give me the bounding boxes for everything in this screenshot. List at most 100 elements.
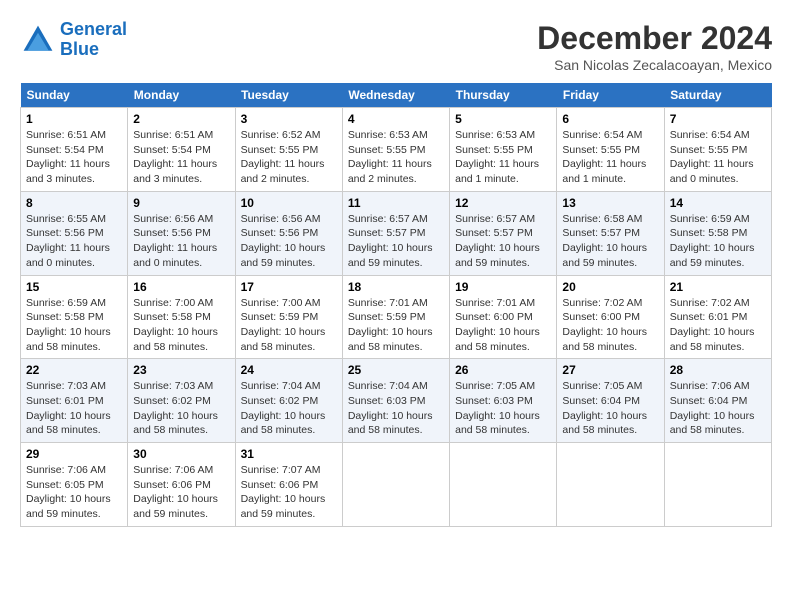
day-number: 23 bbox=[133, 363, 229, 377]
day-detail: Sunrise: 7:01 AM Sunset: 5:59 PM Dayligh… bbox=[348, 296, 444, 355]
logo-text: General Blue bbox=[60, 20, 127, 60]
day-number: 31 bbox=[241, 447, 337, 461]
calendar-week-row: 15 Sunrise: 6:59 AM Sunset: 5:58 PM Dayli… bbox=[21, 275, 772, 359]
day-detail: Sunrise: 6:57 AM Sunset: 5:57 PM Dayligh… bbox=[348, 212, 444, 271]
weekday-header-thursday: Thursday bbox=[450, 83, 557, 108]
calendar-day-cell: 13Sunrise: 6:58 AM Sunset: 5:57 PM Dayli… bbox=[557, 191, 664, 275]
day-detail: Sunrise: 6:59 AM Sunset: 5:58 PM Dayligh… bbox=[670, 212, 766, 271]
calendar-table: SundayMondayTuesdayWednesdayThursdayFrid… bbox=[20, 83, 772, 527]
calendar-day-cell: 18 Sunrise: 7:01 AM Sunset: 5:59 PM Dayli… bbox=[342, 275, 449, 359]
day-number: 4 bbox=[348, 112, 444, 126]
day-number: 24 bbox=[241, 363, 337, 377]
day-detail: Sunrise: 7:02 AM Sunset: 6:00 PM Dayligh… bbox=[562, 296, 658, 355]
day-detail: Sunrise: 7:01 AM Sunset: 6:00 PM Dayligh… bbox=[455, 296, 551, 355]
day-detail: Sunrise: 7:00 AM Sunset: 5:59 PM Dayligh… bbox=[241, 296, 337, 355]
calendar-day-cell: 6Sunrise: 6:54 AM Sunset: 5:55 PM Daylig… bbox=[557, 108, 664, 192]
day-number: 12 bbox=[455, 196, 551, 210]
calendar-day-cell: 15 Sunrise: 6:59 AM Sunset: 5:58 PM Dayli… bbox=[21, 275, 128, 359]
calendar-day-cell: 1 Sunrise: 6:51 AM Sunset: 5:54 PM Daylig… bbox=[21, 108, 128, 192]
day-number: 26 bbox=[455, 363, 551, 377]
day-detail: Sunrise: 7:04 AM Sunset: 6:02 PM Dayligh… bbox=[241, 379, 337, 438]
calendar-day-cell bbox=[557, 443, 664, 527]
weekday-header-sunday: Sunday bbox=[21, 83, 128, 108]
day-number: 18 bbox=[348, 280, 444, 294]
calendar-week-row: 29 Sunrise: 7:06 AM Sunset: 6:05 PM Dayli… bbox=[21, 443, 772, 527]
calendar-day-cell: 30 Sunrise: 7:06 AM Sunset: 6:06 PM Dayli… bbox=[128, 443, 235, 527]
weekday-header-friday: Friday bbox=[557, 83, 664, 108]
calendar-day-cell bbox=[342, 443, 449, 527]
calendar-day-cell: 21 Sunrise: 7:02 AM Sunset: 6:01 PM Dayli… bbox=[664, 275, 771, 359]
calendar-week-row: 8 Sunrise: 6:55 AM Sunset: 5:56 PM Daylig… bbox=[21, 191, 772, 275]
calendar-day-cell: 3 Sunrise: 6:52 AM Sunset: 5:55 PM Daylig… bbox=[235, 108, 342, 192]
day-number: 5 bbox=[455, 112, 551, 126]
day-number: 19 bbox=[455, 280, 551, 294]
calendar-day-cell bbox=[664, 443, 771, 527]
day-detail: Sunrise: 6:55 AM Sunset: 5:56 PM Dayligh… bbox=[26, 212, 122, 271]
calendar-day-cell: 4 Sunrise: 6:53 AM Sunset: 5:55 PM Daylig… bbox=[342, 108, 449, 192]
calendar-day-cell: 22Sunrise: 7:03 AM Sunset: 6:01 PM Dayli… bbox=[21, 359, 128, 443]
day-detail: Sunrise: 6:51 AM Sunset: 5:54 PM Dayligh… bbox=[133, 128, 229, 187]
day-detail: Sunrise: 7:02 AM Sunset: 6:01 PM Dayligh… bbox=[670, 296, 766, 355]
logo-line1: General bbox=[60, 19, 127, 39]
day-detail: Sunrise: 7:03 AM Sunset: 6:01 PM Dayligh… bbox=[26, 379, 122, 438]
calendar-day-cell: 25Sunrise: 7:04 AM Sunset: 6:03 PM Dayli… bbox=[342, 359, 449, 443]
day-detail: Sunrise: 6:54 AM Sunset: 5:55 PM Dayligh… bbox=[670, 128, 766, 187]
calendar-day-cell: 10 Sunrise: 6:56 AM Sunset: 5:56 PM Dayli… bbox=[235, 191, 342, 275]
calendar-day-cell: 23Sunrise: 7:03 AM Sunset: 6:02 PM Dayli… bbox=[128, 359, 235, 443]
calendar-day-cell: 12Sunrise: 6:57 AM Sunset: 5:57 PM Dayli… bbox=[450, 191, 557, 275]
logo-icon bbox=[20, 22, 56, 58]
calendar-day-cell: 8 Sunrise: 6:55 AM Sunset: 5:56 PM Daylig… bbox=[21, 191, 128, 275]
calendar-week-row: 1 Sunrise: 6:51 AM Sunset: 5:54 PM Daylig… bbox=[21, 108, 772, 192]
day-detail: Sunrise: 7:07 AM Sunset: 6:06 PM Dayligh… bbox=[241, 463, 337, 522]
day-detail: Sunrise: 7:05 AM Sunset: 6:03 PM Dayligh… bbox=[455, 379, 551, 438]
day-number: 8 bbox=[26, 196, 122, 210]
day-number: 11 bbox=[348, 196, 444, 210]
day-detail: Sunrise: 6:53 AM Sunset: 5:55 PM Dayligh… bbox=[348, 128, 444, 187]
day-detail: Sunrise: 7:06 AM Sunset: 6:06 PM Dayligh… bbox=[133, 463, 229, 522]
day-number: 2 bbox=[133, 112, 229, 126]
day-detail: Sunrise: 6:53 AM Sunset: 5:55 PM Dayligh… bbox=[455, 128, 551, 187]
weekday-header-wednesday: Wednesday bbox=[342, 83, 449, 108]
month-title: December 2024 bbox=[537, 20, 772, 57]
day-number: 28 bbox=[670, 363, 766, 377]
weekday-header-saturday: Saturday bbox=[664, 83, 771, 108]
day-number: 3 bbox=[241, 112, 337, 126]
calendar-day-cell: 24 Sunrise: 7:04 AM Sunset: 6:02 PM Dayli… bbox=[235, 359, 342, 443]
calendar-day-cell: 5 Sunrise: 6:53 AM Sunset: 5:55 PM Daylig… bbox=[450, 108, 557, 192]
day-number: 14 bbox=[670, 196, 766, 210]
calendar-day-cell: 27Sunrise: 7:05 AM Sunset: 6:04 PM Dayli… bbox=[557, 359, 664, 443]
calendar-day-cell: 9 Sunrise: 6:56 AM Sunset: 5:56 PM Daylig… bbox=[128, 191, 235, 275]
day-detail: Sunrise: 7:06 AM Sunset: 6:05 PM Dayligh… bbox=[26, 463, 122, 522]
location: San Nicolas Zecalacoayan, Mexico bbox=[537, 57, 772, 73]
day-detail: Sunrise: 7:00 AM Sunset: 5:58 PM Dayligh… bbox=[133, 296, 229, 355]
day-detail: Sunrise: 6:59 AM Sunset: 5:58 PM Dayligh… bbox=[26, 296, 122, 355]
title-block: December 2024 San Nicolas Zecalacoayan, … bbox=[537, 20, 772, 73]
weekday-header-monday: Monday bbox=[128, 83, 235, 108]
calendar-day-cell: 28Sunrise: 7:06 AM Sunset: 6:04 PM Dayli… bbox=[664, 359, 771, 443]
day-number: 15 bbox=[26, 280, 122, 294]
calendar-day-cell: 16Sunrise: 7:00 AM Sunset: 5:58 PM Dayli… bbox=[128, 275, 235, 359]
day-detail: Sunrise: 6:56 AM Sunset: 5:56 PM Dayligh… bbox=[133, 212, 229, 271]
day-detail: Sunrise: 6:56 AM Sunset: 5:56 PM Dayligh… bbox=[241, 212, 337, 271]
day-number: 29 bbox=[26, 447, 122, 461]
day-number: 27 bbox=[562, 363, 658, 377]
day-detail: Sunrise: 6:51 AM Sunset: 5:54 PM Dayligh… bbox=[26, 128, 122, 187]
weekday-header-tuesday: Tuesday bbox=[235, 83, 342, 108]
page-header: General Blue December 2024 San Nicolas Z… bbox=[20, 20, 772, 73]
day-number: 30 bbox=[133, 447, 229, 461]
day-number: 9 bbox=[133, 196, 229, 210]
day-detail: Sunrise: 6:52 AM Sunset: 5:55 PM Dayligh… bbox=[241, 128, 337, 187]
calendar-day-cell: 19 Sunrise: 7:01 AM Sunset: 6:00 PM Dayli… bbox=[450, 275, 557, 359]
day-detail: Sunrise: 7:04 AM Sunset: 6:03 PM Dayligh… bbox=[348, 379, 444, 438]
calendar-day-cell: 7 Sunrise: 6:54 AM Sunset: 5:55 PM Daylig… bbox=[664, 108, 771, 192]
calendar-week-row: 22Sunrise: 7:03 AM Sunset: 6:01 PM Dayli… bbox=[21, 359, 772, 443]
calendar-day-cell: 29 Sunrise: 7:06 AM Sunset: 6:05 PM Dayli… bbox=[21, 443, 128, 527]
calendar-day-cell: 11 Sunrise: 6:57 AM Sunset: 5:57 PM Dayli… bbox=[342, 191, 449, 275]
day-number: 10 bbox=[241, 196, 337, 210]
calendar-day-cell: 2 Sunrise: 6:51 AM Sunset: 5:54 PM Daylig… bbox=[128, 108, 235, 192]
calendar-day-cell bbox=[450, 443, 557, 527]
day-number: 1 bbox=[26, 112, 122, 126]
day-number: 7 bbox=[670, 112, 766, 126]
day-number: 21 bbox=[670, 280, 766, 294]
day-number: 17 bbox=[241, 280, 337, 294]
